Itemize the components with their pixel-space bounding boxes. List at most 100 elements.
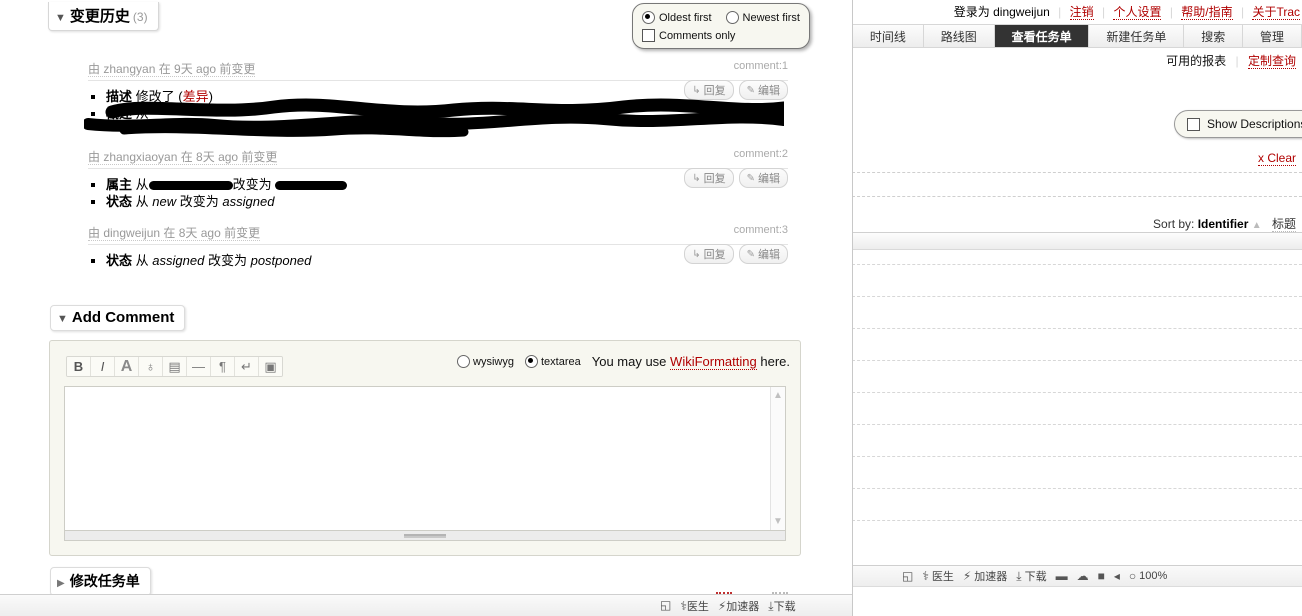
field-text-after: ) bbox=[208, 89, 213, 104]
edit-button[interactable]: ✎ 编辑 bbox=[738, 244, 788, 264]
volume-icon[interactable]: ◂ bbox=[1114, 570, 1120, 582]
bg-table-row bbox=[852, 520, 1302, 521]
edit-button[interactable]: ✎ 编辑 bbox=[738, 168, 788, 188]
modify-ticket-header[interactable]: ▶ 修改任务单 bbox=[50, 567, 151, 596]
link-globe-icon[interactable]: ♁ bbox=[139, 357, 163, 376]
bg-nav-roadmap[interactable]: 路线图 bbox=[923, 25, 995, 47]
pencil-icon: ✎ bbox=[746, 248, 755, 260]
code-block-icon[interactable]: ▤ bbox=[163, 357, 187, 376]
diff-link[interactable]: 差异 bbox=[182, 89, 209, 105]
reply-button[interactable]: ↳ 回复 bbox=[684, 244, 734, 264]
bg-meta-navigation: 登录为 dingweijun | 注销 | 个人设置 | 帮助/指南 | 关于T… bbox=[954, 3, 1300, 20]
bg-sort-by-secondary[interactable]: 标题 bbox=[1271, 217, 1296, 232]
add-comment-header[interactable]: ▼ Add Comment bbox=[50, 305, 186, 331]
bg-clear-link[interactable]: x Clear bbox=[1257, 151, 1296, 166]
cloud-icon[interactable]: ☁ bbox=[1077, 570, 1089, 582]
accelerator-button[interactable]: ⚡加速器 bbox=[718, 598, 759, 614]
change-history-count: (3) bbox=[132, 10, 148, 24]
bg-table-row bbox=[852, 264, 1302, 265]
chevron-up-icon[interactable]: ▲ bbox=[773, 390, 783, 401]
accelerator-label: 加速器 bbox=[726, 600, 760, 613]
prefix: 从 bbox=[135, 253, 149, 268]
doctor-button[interactable]: ⚕医生 bbox=[680, 598, 709, 614]
change-entry-1-list: 描述 修改了 (差异) 概述 从 bbox=[88, 89, 788, 122]
textarea-scrollbar[interactable]: ▲ ▼ bbox=[770, 387, 785, 530]
heading-icon[interactable]: A bbox=[115, 357, 139, 376]
doctor-button[interactable]: ⚕医生 bbox=[922, 568, 954, 584]
line-break-icon[interactable]: ↵ bbox=[235, 357, 259, 376]
image-icon[interactable]: ▣ bbox=[259, 357, 282, 376]
comments-only-checkbox[interactable] bbox=[642, 29, 655, 42]
show-descriptions-checkbox[interactable] bbox=[1187, 117, 1200, 131]
edit-button[interactable]: ✎ 编辑 bbox=[738, 80, 788, 100]
wiki-note-before: You may use bbox=[591, 354, 667, 369]
separator: | bbox=[1169, 5, 1173, 19]
wysiwyg-label: wysiwyg bbox=[473, 355, 514, 368]
textarea-radio[interactable] bbox=[524, 355, 538, 368]
wysiwyg-radio[interactable] bbox=[457, 355, 471, 368]
accelerator-label: 加速器 bbox=[974, 571, 1008, 583]
zoom-level-label: 100% bbox=[1139, 570, 1168, 582]
field-name: 概述 bbox=[106, 106, 133, 121]
reply-button[interactable]: ↳ 回复 bbox=[684, 80, 734, 100]
triangle-down-icon: ▼ bbox=[57, 313, 68, 325]
bg-nav-search[interactable]: 搜索 bbox=[1184, 25, 1244, 47]
reply-button[interactable]: ↳ 回复 bbox=[684, 168, 734, 188]
bookmark-icon[interactable]: ◱ bbox=[902, 570, 913, 582]
show-descriptions-panel[interactable]: Show Descriptions bbox=[1174, 110, 1302, 138]
separator: | bbox=[1101, 5, 1106, 19]
accelerator-button[interactable]: ⚡加速器 bbox=[963, 568, 1007, 584]
paragraph-icon[interactable]: ¶ bbox=[211, 357, 235, 376]
front-status-strip: ◱ ⚕医生 ⚡加速器 ⤓下载 bbox=[660, 595, 796, 616]
wikiformatting-link[interactable]: WikiFormatting bbox=[670, 354, 757, 370]
old-value: new bbox=[152, 194, 177, 209]
bg-logout-link[interactable]: 注销 bbox=[1069, 5, 1094, 20]
window-icon[interactable]: ■ bbox=[1098, 570, 1105, 582]
change-entry-2-byline: 由 zhangxiaoyan 在 8天 ago 前变更 bbox=[88, 150, 278, 165]
bg-nav-view-tickets[interactable]: 查看任务单 bbox=[994, 25, 1090, 47]
bg-nav-admin[interactable]: 管理 bbox=[1243, 25, 1302, 47]
sort-order-options: Oldest first Newest first bbox=[642, 11, 800, 24]
add-comment-title: Add Comment bbox=[71, 309, 175, 326]
bg-preferences-link[interactable]: 个人设置 bbox=[1113, 5, 1162, 20]
glasses-icon[interactable]: ▬ bbox=[1056, 570, 1068, 582]
change-entry-3-actions: ↳ 回复 ✎ 编辑 bbox=[684, 244, 788, 264]
bg-custom-query-link[interactable]: 定制查询 bbox=[1247, 54, 1296, 69]
download-button[interactable]: ⤓下载 bbox=[1016, 568, 1046, 584]
add-comment-panel: B I A ♁ ▤ — ¶ ↵ ▣ wysiwyg textarea You m… bbox=[49, 340, 801, 556]
change-entry-2-list: 属主 从 改变为 状态 从 new 改变为 assigned bbox=[88, 177, 788, 210]
bg-help-link[interactable]: 帮助/指南 bbox=[1181, 5, 1233, 20]
textarea-resize-handle[interactable] bbox=[64, 531, 786, 541]
italic-icon[interactable]: I bbox=[91, 357, 115, 376]
bg-about-trac-link[interactable]: 关于Trac bbox=[1252, 5, 1300, 20]
bookmark-icon[interactable]: ◱ bbox=[660, 599, 671, 612]
change-history-header[interactable]: ▼ 变更历史 (3) bbox=[48, 2, 159, 31]
change-entry-1-byline: 由 zhangyan 在 9天 ago 前变更 bbox=[88, 62, 256, 77]
bg-sort-by-column[interactable]: Identifier bbox=[1198, 217, 1249, 231]
history-options-panel[interactable]: Oldest first Newest first Comments only bbox=[632, 3, 810, 49]
change-entry-3-comment-id[interactable]: comment:3 bbox=[734, 224, 788, 236]
edit-label: 编辑 bbox=[758, 173, 780, 185]
change-entry-2-comment-id[interactable]: comment:2 bbox=[734, 148, 788, 160]
bg-nav-new-ticket[interactable]: 新建任务单 bbox=[1089, 25, 1185, 47]
separator: | bbox=[1240, 5, 1245, 19]
horizontal-rule-icon[interactable]: — bbox=[187, 357, 211, 376]
bold-icon[interactable]: B bbox=[67, 357, 91, 376]
reply-label: 回复 bbox=[703, 173, 726, 185]
bg-divider-1 bbox=[852, 172, 1302, 173]
zoom-level-indicator[interactable]: ○ 100% bbox=[1129, 570, 1167, 582]
sort-ascending-icon: ▲ bbox=[1251, 220, 1262, 231]
trac-ticket-window: ▼ 变更历史 (3) Oldest first Newest first Comme… bbox=[0, 0, 853, 616]
download-button[interactable]: ⤓下载 bbox=[768, 598, 795, 614]
bg-table-header bbox=[852, 232, 1302, 250]
newest-first-radio[interactable] bbox=[725, 11, 739, 24]
change-entry-3-list: 状态 从 assigned 改变为 postponed bbox=[88, 253, 788, 269]
resize-grip-icon bbox=[404, 533, 446, 538]
bg-sort-by-prefix: Sort by: bbox=[1153, 217, 1195, 231]
bg-nav-timeline[interactable]: 时间线 bbox=[852, 25, 924, 47]
comment-textarea[interactable]: ▲ ▼ bbox=[64, 386, 786, 531]
change-entry-2-header: 由 zhangxiaoyan 在 8天 ago 前变更 comment:2 bbox=[88, 148, 788, 169]
change-entry-1-comment-id[interactable]: comment:1 bbox=[734, 60, 788, 72]
oldest-first-radio[interactable] bbox=[642, 11, 655, 24]
chevron-down-icon[interactable]: ▼ bbox=[773, 516, 783, 527]
